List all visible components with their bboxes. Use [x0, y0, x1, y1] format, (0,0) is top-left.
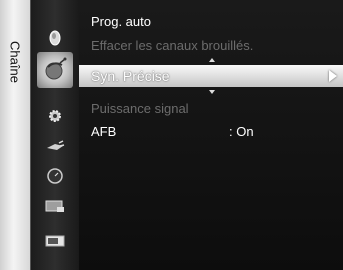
- menu-item-effacer-canaux: Effacer les canaux brouillés.: [91, 38, 254, 53]
- menu-panel: Prog. auto Effacer les canaux brouillés.…: [79, 0, 343, 270]
- menu-item-syn-precise[interactable]: Syn. Précise: [79, 65, 343, 87]
- setup-icon: [49, 110, 61, 122]
- menu-item-prog-auto[interactable]: Prog. auto: [91, 14, 151, 29]
- setup-category[interactable]: [31, 100, 79, 132]
- picture-category[interactable]: [31, 22, 79, 54]
- application-category[interactable]: [31, 190, 79, 222]
- time-category[interactable]: [31, 160, 79, 192]
- tv-osd-screen: Chaîne Prog. auto Effacer les canaux bro…: [0, 0, 343, 270]
- menu-item-afb[interactable]: AFB: [91, 124, 116, 139]
- scroll-up-indicator: [209, 58, 215, 62]
- menu-item-puissance-signal: Puissance signal: [91, 101, 189, 116]
- scroll-down-indicator: [209, 90, 215, 94]
- submenu-arrow-icon: [329, 70, 337, 82]
- afb-value: : On: [229, 124, 254, 139]
- input-category[interactable]: [31, 130, 79, 162]
- support-category[interactable]: [31, 225, 79, 257]
- input-icon: [47, 140, 65, 150]
- picture-icon: [49, 30, 61, 46]
- menu-category-tab: Chaîne: [0, 0, 31, 270]
- menu-item-syn-precise-label: Syn. Précise: [91, 68, 170, 84]
- category-icon-column: [31, 0, 79, 270]
- category-label: Chaîne: [7, 41, 23, 83]
- channel-icon: [45, 57, 67, 80]
- support-icon: [45, 235, 65, 247]
- clock-icon: [47, 168, 63, 184]
- application-icon: [45, 200, 64, 212]
- channel-category[interactable]: [37, 52, 73, 88]
